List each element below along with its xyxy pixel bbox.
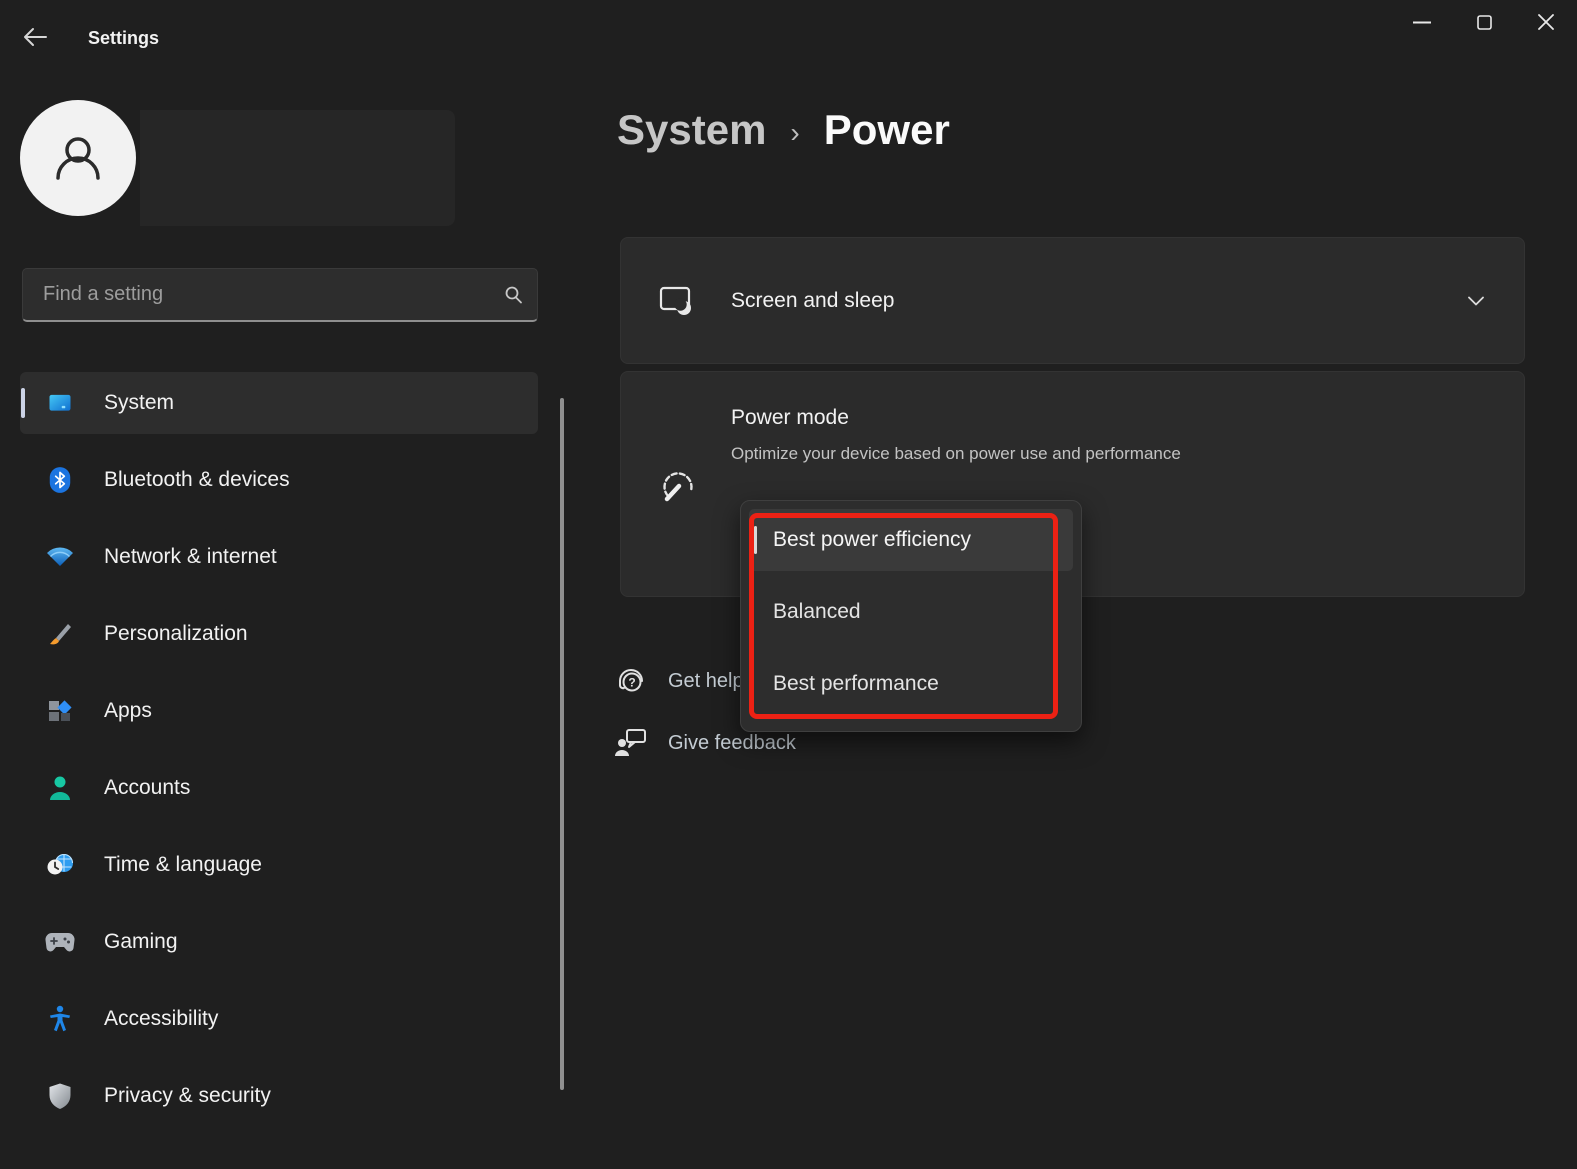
sidebar-item-system[interactable]: System — [20, 372, 538, 434]
person-icon — [46, 126, 110, 190]
accounts-icon — [45, 773, 75, 803]
sidebar-item-personalization[interactable]: Personalization — [20, 603, 538, 665]
sidebar-item-accounts[interactable]: Accounts — [20, 757, 538, 819]
avatar[interactable] — [20, 100, 136, 216]
app-title: Settings — [88, 28, 159, 49]
power-gauge-icon — [659, 468, 697, 506]
search-icon — [503, 285, 523, 305]
search-box — [22, 268, 538, 322]
sidebar-item-label: Network & internet — [104, 545, 277, 569]
feedback-icon — [614, 727, 648, 759]
maximize-button[interactable] — [1453, 0, 1515, 44]
sidebar-item-network-internet[interactable]: Network & internet — [20, 526, 538, 588]
minimize-icon — [1413, 21, 1431, 24]
sidebar-nav: System Bluetooth & devices Network & int… — [20, 372, 538, 1142]
dropdown-option-best-power-efficiency[interactable]: Best power efficiency — [749, 509, 1073, 571]
breadcrumb-system[interactable]: System — [617, 106, 766, 154]
back-button[interactable] — [14, 18, 56, 56]
sidebar-item-label: Bluetooth & devices — [104, 468, 290, 492]
close-icon — [1538, 14, 1554, 30]
sidebar-item-label: System — [104, 391, 174, 415]
bluetooth-icon — [45, 465, 75, 495]
breadcrumb: System › Power — [617, 106, 950, 154]
sidebar-item-accessibility[interactable]: Accessibility — [20, 988, 538, 1050]
screen-and-sleep-card[interactable]: Screen and sleep — [620, 237, 1525, 364]
sidebar-item-label: Gaming — [104, 930, 178, 954]
chevron-down-icon[interactable] — [1468, 296, 1484, 306]
close-button[interactable] — [1515, 0, 1577, 44]
personalization-icon — [45, 619, 75, 649]
screen-sleep-label: Screen and sleep — [731, 289, 1468, 313]
back-arrow-icon — [22, 27, 48, 47]
get-help-link[interactable]: ? Get help — [614, 664, 744, 698]
give-feedback-label: Give feedback — [668, 732, 796, 755]
sidebar-item-label: Personalization — [104, 622, 248, 646]
sidebar-item-label: Time & language — [104, 853, 262, 877]
sidebar-item-label: Apps — [104, 699, 152, 723]
dropdown-option-best-performance[interactable]: Best performance — [749, 653, 1073, 715]
accessibility-icon — [45, 1004, 75, 1034]
page-title: Power — [824, 106, 950, 154]
power-mode-dropdown: Best power efficiency Balanced Best perf… — [740, 500, 1082, 732]
network-icon — [45, 542, 75, 572]
sidebar-item-privacy-security[interactable]: Privacy & security — [20, 1065, 538, 1127]
breadcrumb-separator-icon: › — [790, 111, 799, 149]
maximize-icon — [1477, 15, 1492, 30]
sidebar-item-label: Accessibility — [104, 1007, 218, 1031]
sidebar-item-label: Accounts — [104, 776, 190, 800]
dropdown-option-balanced[interactable]: Balanced — [749, 581, 1073, 643]
screen-sleep-icon — [659, 285, 695, 317]
sidebar-scrollbar[interactable] — [560, 398, 564, 1090]
apps-icon — [45, 696, 75, 726]
sidebar-item-gaming[interactable]: Gaming — [20, 911, 538, 973]
sidebar-item-apps[interactable]: Apps — [20, 680, 538, 742]
privacy-security-icon — [45, 1081, 75, 1111]
sidebar-item-bluetooth-devices[interactable]: Bluetooth & devices — [20, 449, 538, 511]
search-input[interactable] — [43, 283, 503, 306]
power-mode-description: Optimize your device based on power use … — [731, 444, 1181, 464]
sidebar-item-time-language[interactable]: Time & language — [20, 834, 538, 896]
gaming-icon — [45, 927, 75, 957]
get-help-icon: ? — [614, 664, 648, 698]
account-info-panel[interactable] — [140, 110, 455, 226]
titlebar: Settings — [0, 0, 1577, 60]
minimize-button[interactable] — [1391, 0, 1453, 44]
power-mode-title: Power mode — [731, 406, 849, 430]
get-help-label: Get help — [668, 670, 744, 693]
time-language-icon — [45, 850, 75, 880]
system-icon — [45, 388, 75, 418]
sidebar-item-label: Privacy & security — [104, 1084, 271, 1108]
svg-text:?: ? — [628, 676, 635, 690]
